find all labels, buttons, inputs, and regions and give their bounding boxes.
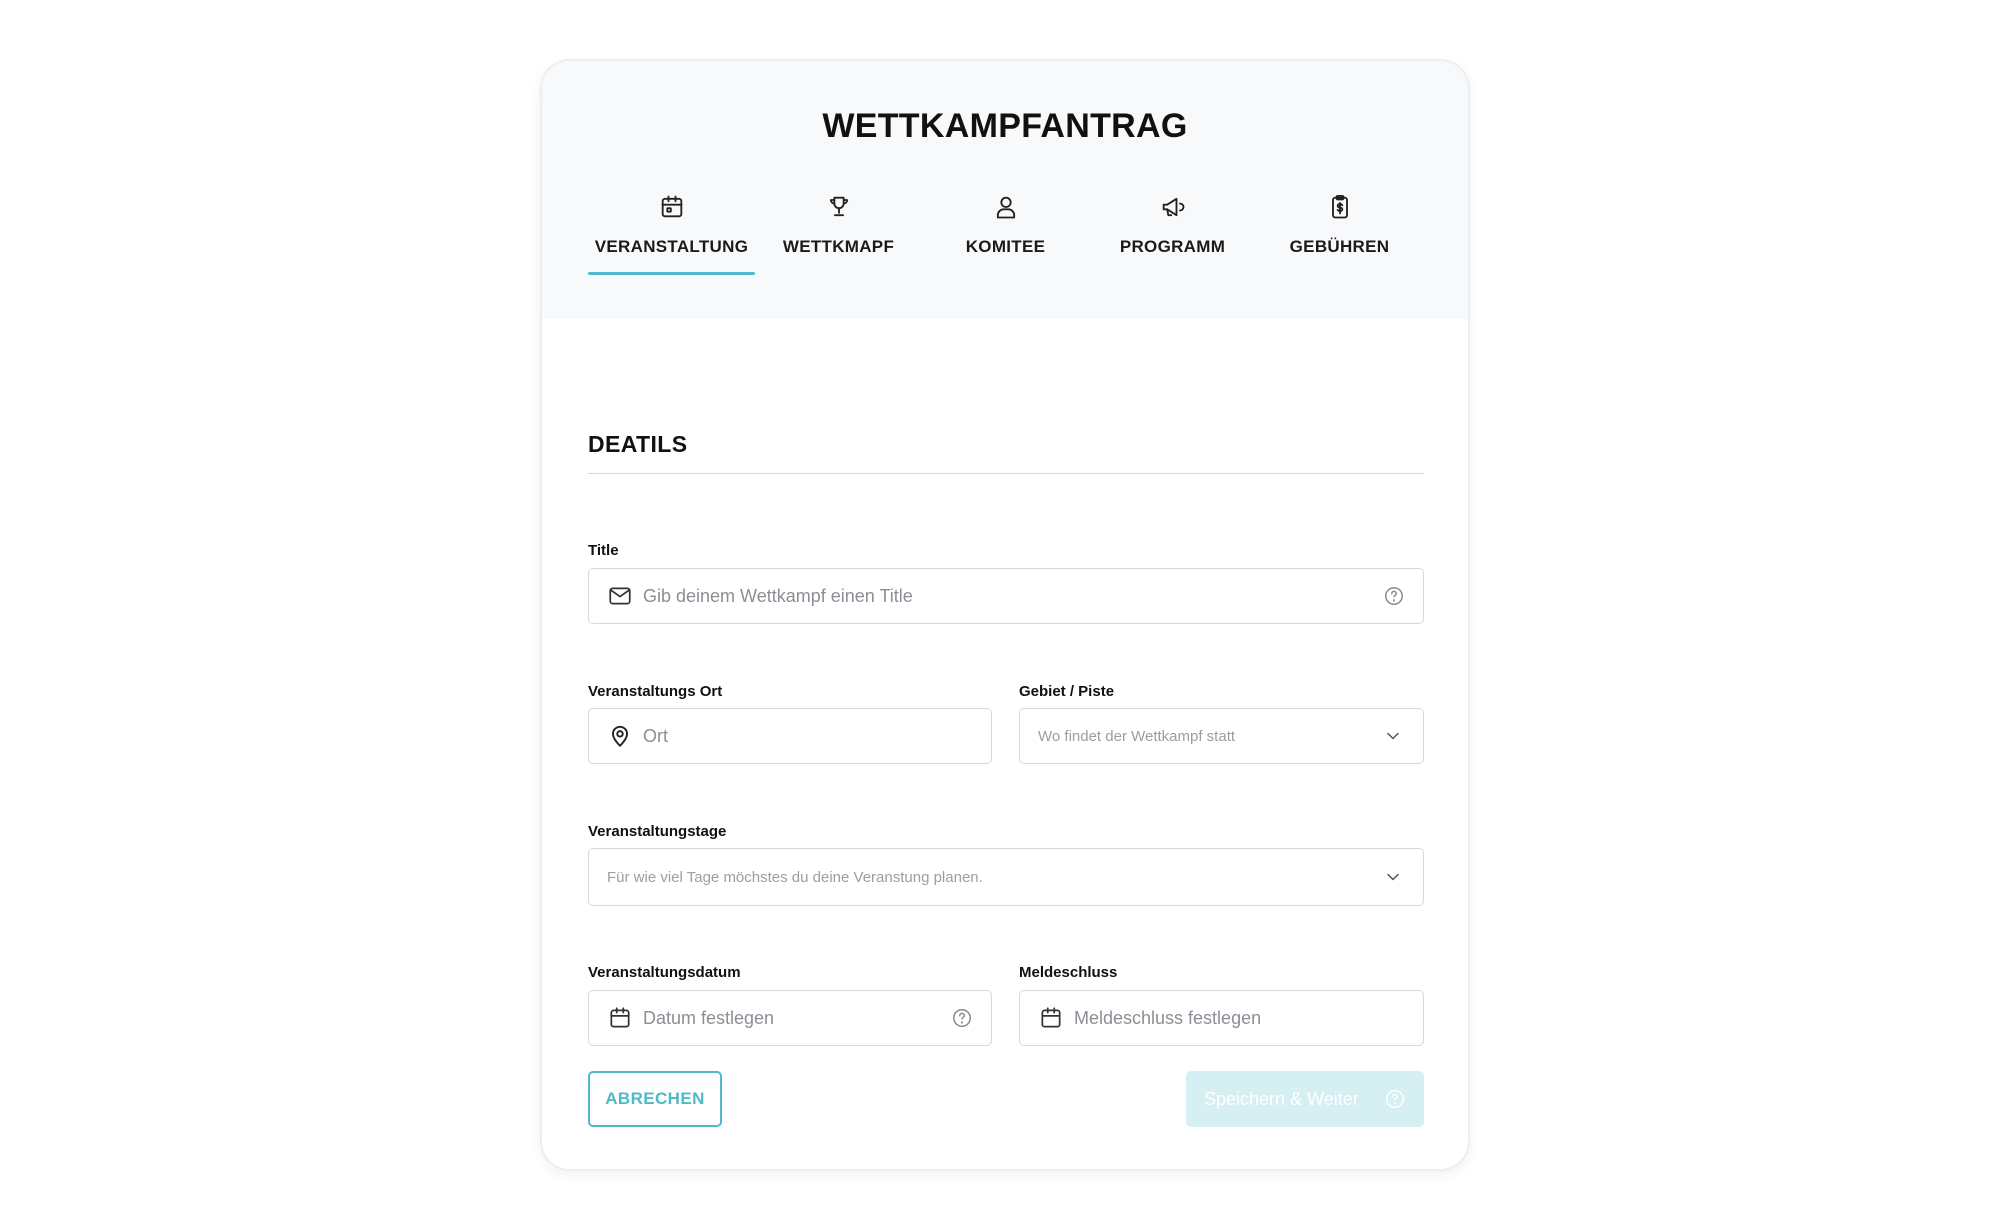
title-label: Title <box>588 542 619 559</box>
application-card: WETTKAMPFANTRAG VERANSTALTUNG WETTKMAPF … <box>540 59 1470 1171</box>
tab-wettkampf[interactable]: WETTKMAPF <box>755 191 922 275</box>
help-circle-icon[interactable] <box>951 1007 973 1029</box>
title-field <box>588 568 1424 624</box>
days-select-placeholder: Für wie viel Tage möchstes du deine Vera… <box>607 868 983 886</box>
step-tabs: VERANSTALTUNG WETTKMAPF KOMITEE PROGRAMM… <box>588 191 1424 275</box>
days-select[interactable]: Für wie viel Tage möchstes du deine Vera… <box>588 848 1424 906</box>
tab-gebuehren[interactable]: GEBÜHREN <box>1256 191 1423 275</box>
calendar-icon <box>1041 1007 1061 1028</box>
map-pin-icon <box>611 725 629 747</box>
deadline-field <box>1019 990 1424 1046</box>
tab-label: PROGRAMM <box>1119 237 1226 256</box>
calendar-icon <box>661 195 682 218</box>
user-icon <box>996 196 1015 219</box>
card-header: WETTKAMPFANTRAG VERANSTALTUNG WETTKMAPF … <box>542 61 1468 319</box>
location-input[interactable] <box>643 709 935 763</box>
title-input[interactable] <box>643 569 1367 623</box>
chevron-down-icon <box>1387 873 1399 881</box>
tab-programm[interactable]: PROGRAMM <box>1089 191 1256 275</box>
date-field <box>588 990 992 1046</box>
date-label: Veranstaltungsdatum <box>588 964 741 981</box>
help-circle-icon[interactable] <box>1383 585 1405 607</box>
clipboard-dollar-icon <box>1331 194 1348 219</box>
megaphone-icon <box>1162 197 1184 217</box>
cancel-button[interactable]: ABRECHEN <box>588 1071 722 1127</box>
save-and-continue-button[interactable]: Speichern & Weiter <box>1186 1071 1424 1127</box>
save-button-label: Speichern & Weiter <box>1204 1088 1359 1109</box>
mail-icon <box>609 587 631 605</box>
area-select-placeholder: Wo findet der Wettkampf statt <box>1038 727 1236 745</box>
days-label: Veranstaltungstage <box>588 823 727 840</box>
tab-label: GEBÜHREN <box>1289 237 1390 256</box>
chevron-down-icon <box>1387 732 1399 740</box>
tab-komitee[interactable]: KOMITEE <box>922 191 1089 275</box>
location-field <box>588 708 992 764</box>
deadline-label: Meldeschluss <box>1019 964 1118 981</box>
date-input[interactable] <box>643 991 935 1045</box>
deadline-input[interactable] <box>1074 991 1367 1045</box>
page-title: WETTKAMPFANTRAG <box>822 107 1188 145</box>
trophy-icon <box>829 196 848 217</box>
tab-label: WETTKMAPF <box>782 237 895 256</box>
location-label: Veranstaltungs Ort <box>588 683 723 700</box>
tab-veranstaltung[interactable]: VERANSTALTUNG <box>588 191 755 275</box>
calendar-icon <box>610 1007 630 1028</box>
section-title: DEATILS <box>588 431 688 457</box>
section-divider <box>588 473 1424 474</box>
area-label: Gebiet / Piste <box>1019 683 1115 700</box>
area-select[interactable]: Wo findet der Wettkampf statt <box>1019 708 1424 764</box>
tab-label: VERANSTALTUNG <box>594 237 749 256</box>
tab-label: KOMITEE <box>965 237 1046 256</box>
active-tab-indicator <box>588 272 755 275</box>
help-circle-icon <box>1386 1090 1404 1108</box>
